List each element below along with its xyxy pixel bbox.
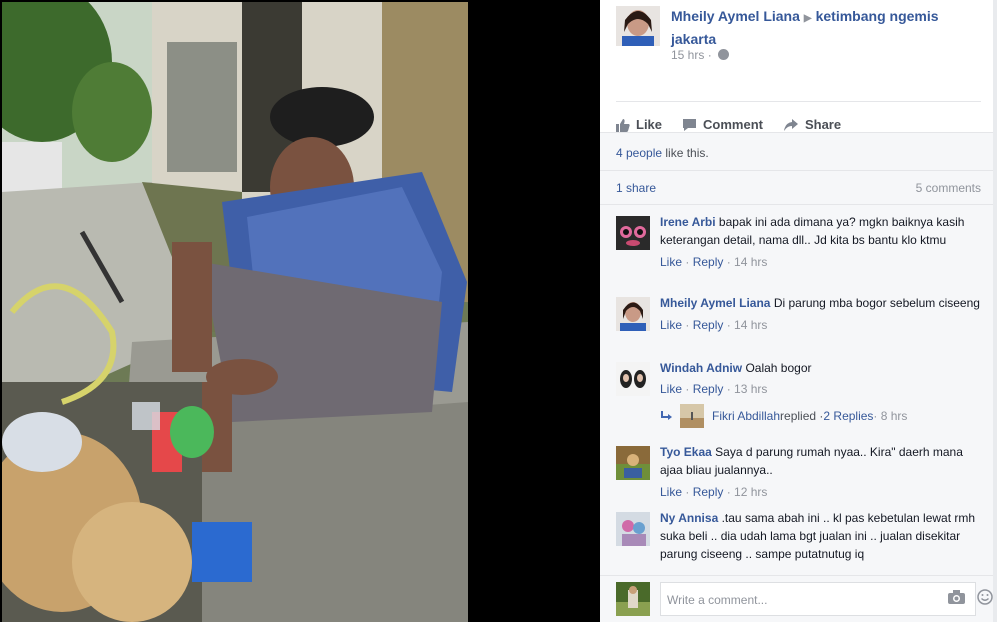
comment-reply-link[interactable]: Reply bbox=[693, 318, 724, 332]
author-name[interactable]: Mheily Aymel Liana bbox=[671, 8, 800, 24]
comment-item: Mheily Aymel Liana Di parung mba bogor s… bbox=[616, 294, 981, 352]
comment-text: Oalah bogor bbox=[745, 361, 812, 375]
comment-reply-link[interactable]: Reply bbox=[693, 255, 724, 269]
post-time[interactable]: 15 hrs bbox=[671, 48, 704, 62]
comment-like-link[interactable]: Like bbox=[660, 382, 682, 396]
comment-time[interactable]: 14 hrs bbox=[734, 255, 767, 269]
comment-time[interactable]: 14 hrs bbox=[734, 318, 767, 332]
reply-arrow-icon bbox=[661, 411, 672, 420]
photo-viewer bbox=[0, 0, 600, 622]
smiley-icon[interactable] bbox=[977, 589, 993, 605]
comment-like-link[interactable]: Like bbox=[660, 255, 682, 269]
reply-avatar[interactable] bbox=[680, 404, 704, 428]
replies-summary[interactable]: Fikri Abdillah replied · 2 Replies · 8 h… bbox=[660, 403, 981, 429]
comment-item: Tyo Ekaa Saya d parung rumah nyaa.. Kira… bbox=[616, 443, 981, 503]
commenter-name[interactable]: Irene Arbi bbox=[660, 215, 716, 229]
photo-illustration bbox=[2, 2, 468, 622]
shares-link[interactable]: 1 share bbox=[616, 181, 656, 204]
comment-actions: Like · Reply · 12 hrs bbox=[660, 485, 768, 499]
commenter-name[interactable]: Tyo Ekaa bbox=[660, 445, 712, 459]
likes-count-link[interactable]: 4 people bbox=[616, 146, 662, 160]
post-actions: Like Comment Share bbox=[616, 101, 981, 133]
likes-suffix: like this. bbox=[662, 146, 709, 160]
author-avatar[interactable] bbox=[616, 6, 660, 46]
camera-icon[interactable] bbox=[948, 590, 965, 604]
reply-count-link[interactable]: 2 Replies bbox=[823, 409, 873, 423]
comment-like-link[interactable]: Like bbox=[660, 318, 682, 332]
comment-list: Irene Arbi bapak ini ada dimana ya? mgkn… bbox=[600, 205, 997, 575]
commenter-avatar[interactable] bbox=[616, 216, 650, 250]
comment-time[interactable]: 12 hrs bbox=[734, 485, 767, 499]
meta-separator: · bbox=[707, 48, 712, 62]
comment-like-link[interactable]: Like bbox=[660, 485, 682, 499]
comment-reply-link[interactable]: Reply bbox=[693, 485, 724, 499]
comment-item: Windah Adniw Oalah bogor Like · Reply · … bbox=[616, 359, 981, 399]
post-meta: 15 hrs · bbox=[671, 48, 730, 62]
comment-label: Comment bbox=[703, 117, 763, 132]
thumbs-up-icon bbox=[616, 118, 630, 132]
comment-reply-link[interactable]: Reply bbox=[693, 382, 724, 396]
commenter-avatar[interactable] bbox=[616, 446, 650, 480]
reply-author[interactable]: Fikri Abdillah bbox=[712, 409, 780, 423]
reply-time: · 8 hrs bbox=[873, 409, 908, 423]
comment-actions: Like · Reply · 14 hrs bbox=[660, 318, 768, 332]
like-label: Like bbox=[636, 117, 663, 132]
commenter-avatar[interactable] bbox=[616, 362, 650, 396]
comment-actions: Like · Reply · 14 hrs bbox=[660, 255, 768, 269]
comment-actions: Like · Reply · 13 hrs bbox=[660, 382, 768, 396]
post-photo[interactable] bbox=[2, 2, 468, 622]
post-panel: Mheily Aymel Liana ▶ ketimbang ngemis jaka… bbox=[600, 0, 997, 622]
speech-bubble-icon bbox=[683, 118, 697, 131]
share-arrow-icon bbox=[783, 118, 798, 131]
share-label: Share bbox=[804, 117, 842, 132]
comment-time[interactable]: 13 hrs bbox=[734, 382, 767, 396]
comment-button[interactable]: Comment bbox=[682, 103, 763, 132]
panel-scrollbar[interactable] bbox=[993, 0, 997, 622]
triangle-right-icon: ▶ bbox=[803, 13, 812, 24]
commenter-name[interactable]: Windah Adniw bbox=[660, 361, 742, 375]
commenter-name[interactable]: Ny Annisa bbox=[660, 511, 718, 525]
post-header: Mheily Aymel Liana ▶ ketimbang ngemis jaka… bbox=[600, 0, 997, 133]
comment-item: Ny Annisa .tau sama abah ini .. kl pas k… bbox=[616, 509, 981, 575]
comment-composer: Write a comment... bbox=[600, 575, 997, 622]
comments-count[interactable]: 5 comments bbox=[916, 181, 981, 204]
comment-item: Irene Arbi bapak ini ada dimana ya? mgkn… bbox=[616, 213, 981, 289]
commenter-avatar[interactable] bbox=[616, 512, 650, 546]
viewer-avatar bbox=[616, 582, 650, 616]
comment-text: Di parung mba bogor sebelum ciseeng bbox=[773, 296, 980, 310]
engagement-stats: 1 share 5 comments bbox=[600, 171, 997, 205]
post-title: Mheily Aymel Liana ▶ ketimbang ngemis jaka… bbox=[671, 6, 981, 49]
like-button[interactable]: Like bbox=[616, 103, 662, 132]
commenter-avatar[interactable] bbox=[616, 297, 650, 331]
globe-icon[interactable] bbox=[718, 49, 730, 60]
share-button[interactable]: Share bbox=[783, 103, 841, 132]
reply-text: replied · bbox=[780, 409, 824, 423]
commenter-name[interactable]: Mheily Aymel Liana bbox=[660, 296, 770, 310]
likes-summary: 4 people like this. bbox=[600, 133, 997, 171]
comment-input[interactable]: Write a comment... bbox=[660, 582, 976, 616]
